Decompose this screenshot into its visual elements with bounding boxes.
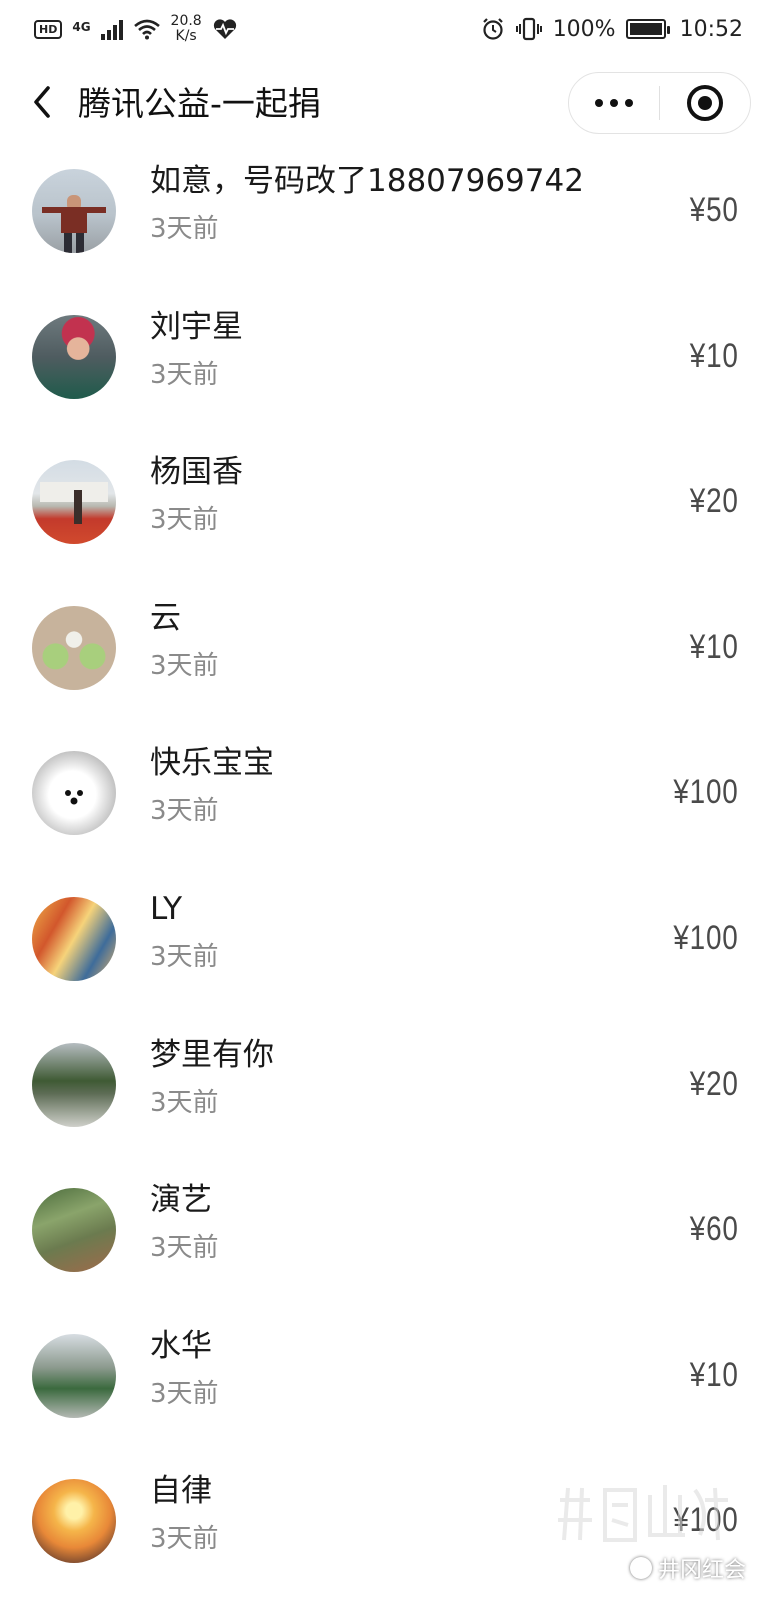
donation-amount: ¥10 bbox=[690, 1355, 739, 1394]
speed-unit: K/s bbox=[175, 28, 197, 44]
network-type: 4G bbox=[72, 20, 91, 34]
donation-amount: ¥10 bbox=[690, 627, 739, 666]
avatar bbox=[32, 1479, 116, 1564]
calligraphy-watermark-logo bbox=[558, 1485, 728, 1542]
avatar bbox=[32, 460, 116, 545]
mini-program-capsule bbox=[568, 72, 751, 134]
list-item[interactable]: LY 3天前 ¥100 bbox=[0, 876, 771, 1022]
donation-amount: ¥50 bbox=[690, 191, 739, 229]
heart-rate-icon bbox=[213, 19, 236, 39]
speed-value: 20.8 bbox=[170, 13, 202, 29]
list-item[interactable]: 如意，号码改了18807969742 3天前 ¥50 bbox=[0, 148, 771, 294]
more-dot-icon bbox=[610, 99, 618, 107]
donor-name: 自律 bbox=[150, 1473, 212, 1510]
more-dot-icon bbox=[595, 99, 603, 107]
avatar bbox=[32, 1188, 116, 1273]
wechat-account-icon bbox=[630, 1557, 652, 1579]
status-right: 100% 10:52 bbox=[481, 17, 743, 42]
avatar bbox=[32, 1333, 116, 1418]
avatar bbox=[32, 896, 116, 981]
avatar-person-icon bbox=[42, 195, 106, 253]
donation-time: 3天前 bbox=[150, 1378, 219, 1409]
donor-name: 快乐宝宝 bbox=[150, 745, 274, 782]
signal-icon bbox=[100, 18, 123, 40]
donation-time: 3天前 bbox=[150, 214, 219, 244]
donation-time: 3天前 bbox=[150, 1233, 219, 1264]
back-arrow-icon[interactable] bbox=[24, 78, 64, 126]
battery-percent: 100% bbox=[552, 16, 616, 42]
donation-amount: ¥100 bbox=[673, 918, 739, 957]
donation-amount: ¥100 bbox=[673, 773, 739, 812]
list-item[interactable]: 快乐宝宝 3天前 ¥100 bbox=[0, 730, 771, 876]
more-dot-icon bbox=[625, 99, 633, 107]
close-mini-program-button[interactable] bbox=[660, 73, 750, 133]
donation-time: 3天前 bbox=[150, 1087, 219, 1118]
puppy-face-icon bbox=[65, 790, 83, 805]
network-speed: 20.8 K/s bbox=[171, 14, 202, 44]
donation-amount: ¥10 bbox=[690, 336, 739, 375]
donation-amount: ¥20 bbox=[690, 482, 739, 521]
avatar bbox=[32, 605, 116, 690]
list-item[interactable]: 杨国香 3天前 ¥20 bbox=[0, 439, 771, 585]
watermark-account-name: 井冈红会 bbox=[658, 1558, 747, 1583]
list-item[interactable]: 演艺 3天前 ¥60 bbox=[0, 1167, 771, 1313]
donation-amount: ¥20 bbox=[690, 1064, 739, 1103]
donation-time: 3天前 bbox=[150, 1524, 219, 1555]
avatar bbox=[32, 1042, 116, 1127]
watermark-account: 井冈红会 bbox=[630, 1552, 746, 1584]
donor-name: 杨国香 bbox=[150, 454, 243, 491]
page-title: 腾讯公益-一起捐 bbox=[78, 84, 321, 123]
clock: 10:52 bbox=[679, 16, 743, 42]
donation-amount: ¥60 bbox=[690, 1210, 739, 1249]
avatar bbox=[32, 314, 116, 399]
donor-name: 刘宇星 bbox=[150, 308, 243, 345]
more-button[interactable] bbox=[569, 73, 659, 133]
avatar bbox=[32, 169, 116, 253]
donation-time: 3天前 bbox=[150, 650, 219, 681]
donor-name: 水华 bbox=[150, 1327, 212, 1364]
donation-time: 3天前 bbox=[150, 505, 219, 536]
avatar bbox=[32, 751, 116, 836]
donation-time: 3天前 bbox=[150, 359, 219, 390]
list-item[interactable]: 刘宇星 3天前 ¥10 bbox=[0, 294, 771, 440]
donor-name: LY bbox=[150, 890, 183, 927]
list-item[interactable]: 梦里有你 3天前 ¥20 bbox=[0, 1022, 771, 1168]
target-close-icon bbox=[687, 85, 723, 121]
avatar-person-icon bbox=[40, 482, 108, 525]
status-bar: HD 4G 20.8 K/s 100% 10:52 bbox=[0, 0, 771, 58]
donation-list: 如意，号码改了18807969742 3天前 ¥50 刘宇星 3天前 ¥10 杨… bbox=[0, 148, 771, 1600]
battery-icon bbox=[625, 19, 670, 39]
list-item[interactable]: 云 3天前 ¥10 bbox=[0, 585, 771, 731]
status-left: HD 4G 20.8 K/s bbox=[34, 14, 238, 44]
vibrate-icon bbox=[515, 17, 542, 41]
donor-name: 梦里有你 bbox=[150, 1036, 274, 1073]
donor-name: 如意，号码改了18807969742 bbox=[150, 163, 584, 199]
donation-time: 3天前 bbox=[150, 941, 219, 972]
nav-bar: 腾讯公益-一起捐 bbox=[0, 58, 771, 148]
donor-name: 演艺 bbox=[150, 1182, 212, 1219]
alarm-icon bbox=[482, 18, 503, 40]
list-item[interactable]: 水华 3天前 ¥10 bbox=[0, 1313, 771, 1459]
hd-badge: HD bbox=[34, 19, 63, 39]
donor-name: 云 bbox=[150, 599, 181, 636]
wifi-icon bbox=[133, 19, 160, 40]
donation-time: 3天前 bbox=[150, 796, 219, 827]
